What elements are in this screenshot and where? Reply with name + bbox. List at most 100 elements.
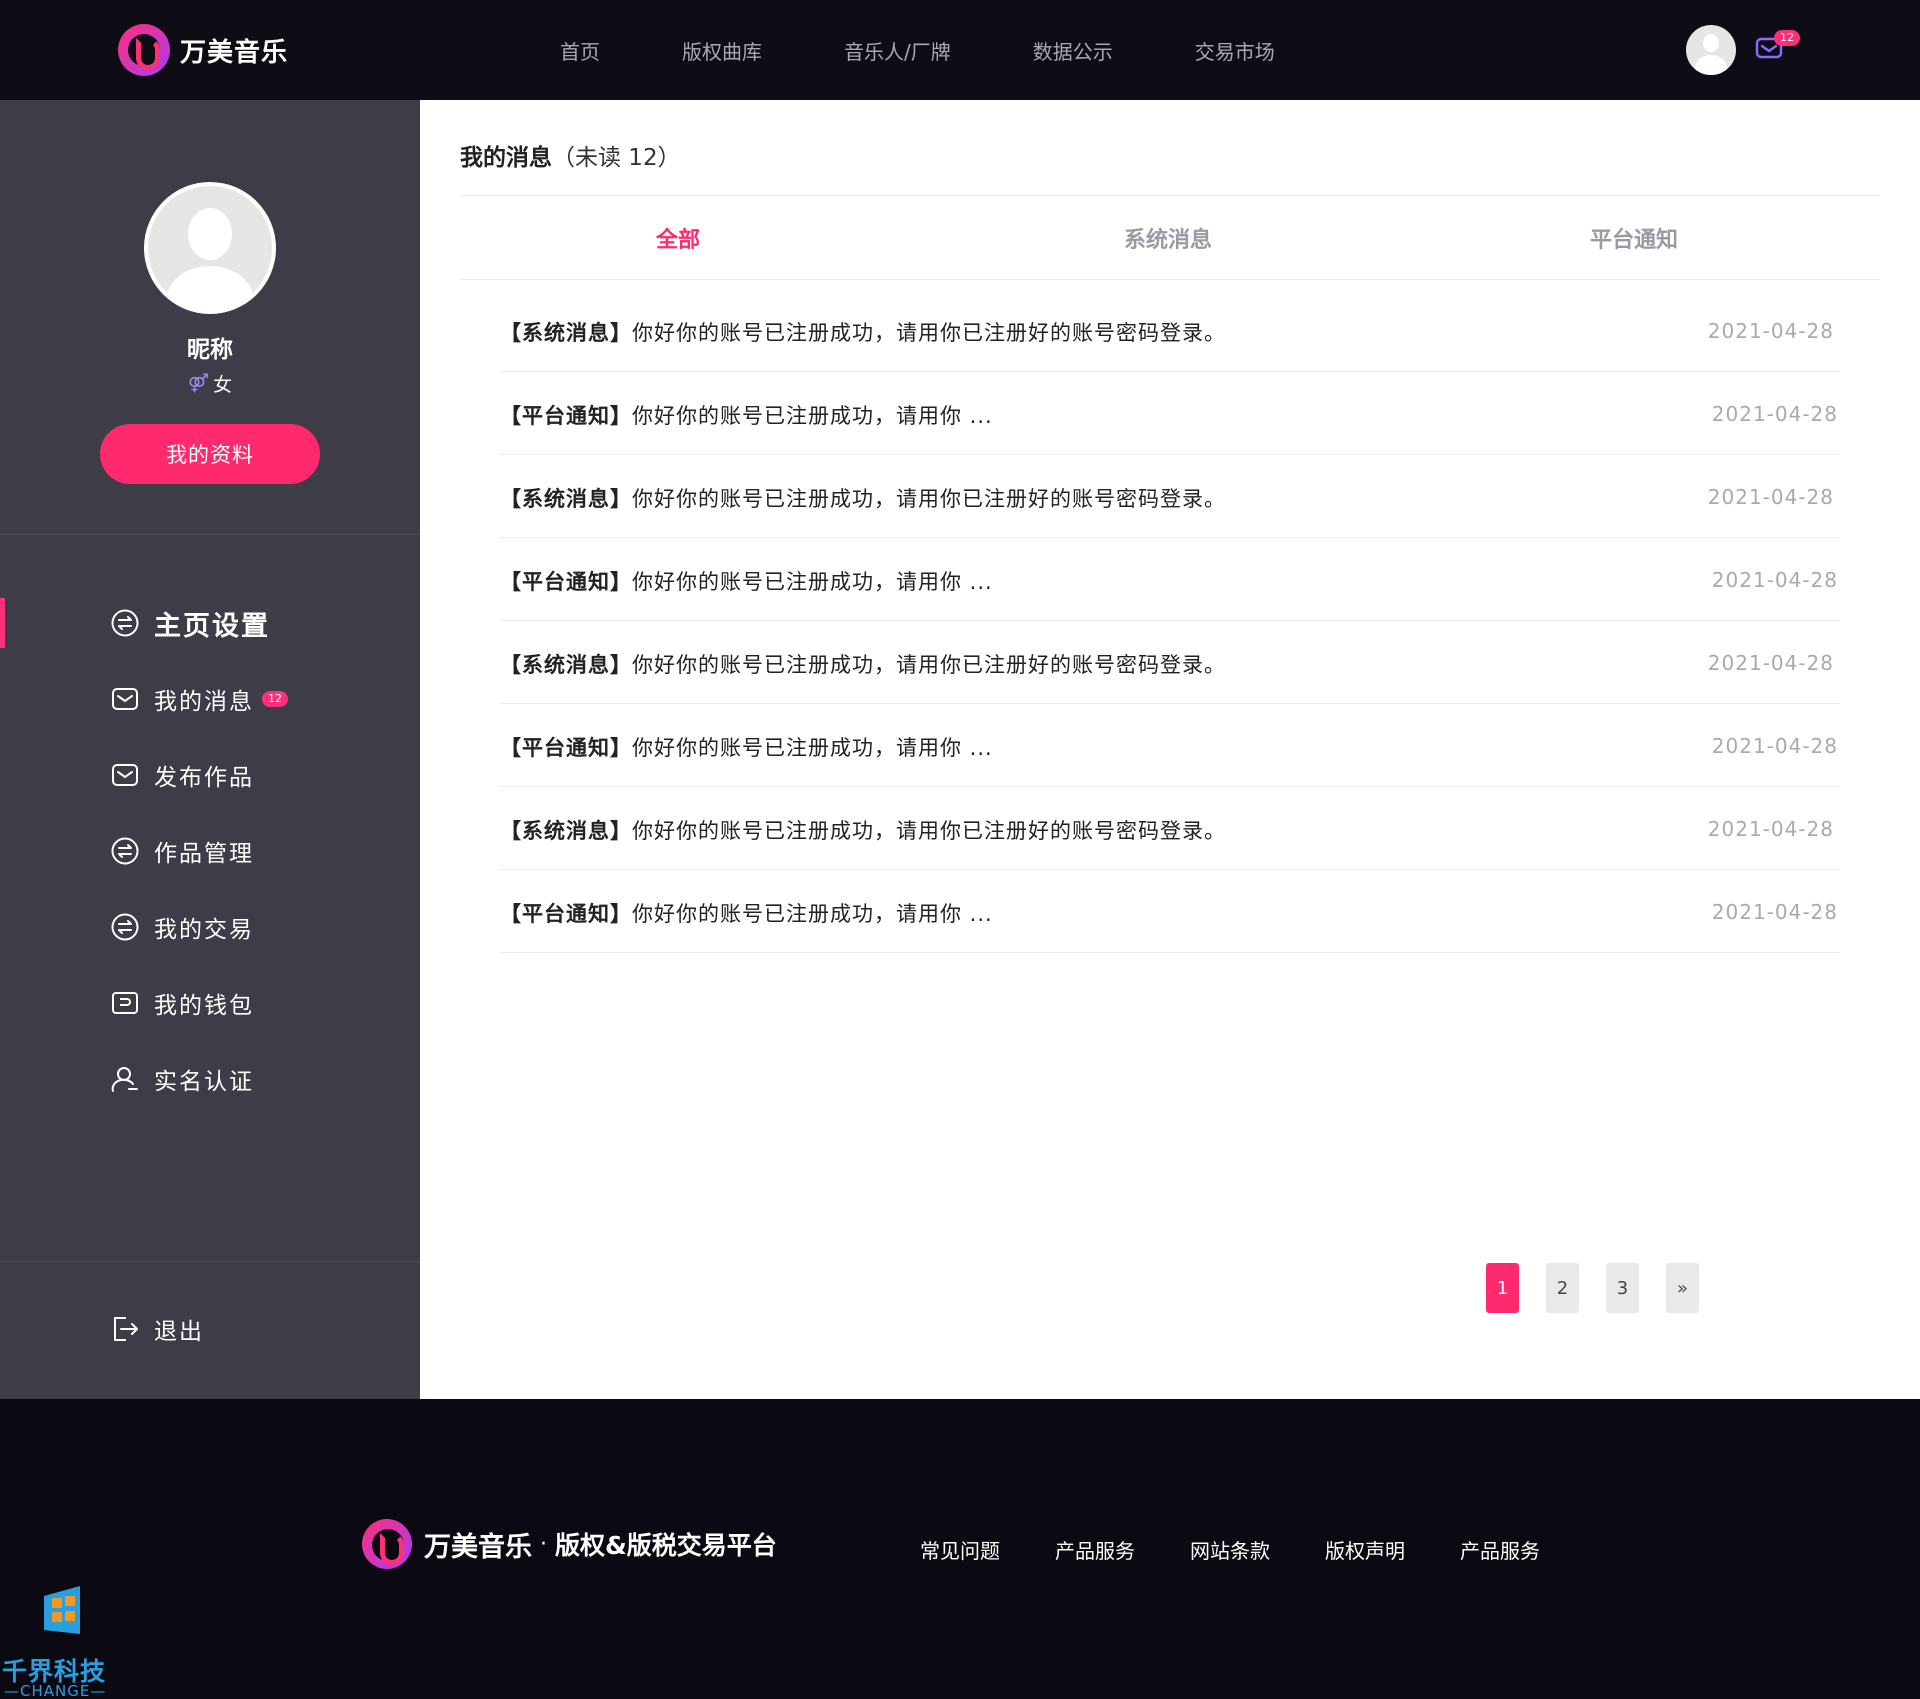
message-row[interactable]: 【平台通知】你好你的账号已注册成功，请用你 ... 2021-04-28 xyxy=(500,870,1840,953)
page-2-button[interactable]: 2 xyxy=(1546,1263,1579,1313)
sidebar-item-home-settings[interactable]: 主页设置 xyxy=(110,598,270,648)
message-tag: 【系统消息】 xyxy=(500,321,632,345)
building-logo-icon xyxy=(44,1586,80,1634)
nav-data[interactable]: 数据公示 xyxy=(1033,36,1113,65)
active-indicator xyxy=(0,598,5,648)
sidebar: 昵称 ⚤ 女 我的资料 主页设置 我的消息 12 发布作品 作品管理 我的交易 … xyxy=(0,100,420,1399)
page-1-button[interactable]: 1 xyxy=(1486,1263,1519,1313)
footer-slogan: 版权&版税交易平台 xyxy=(555,1531,777,1560)
sidebar-item-publish[interactable]: 发布作品 xyxy=(110,750,254,800)
sidebar-item-verification[interactable]: 实名认证 xyxy=(110,1054,254,1104)
message-text: 【系统消息】你好你的账号已注册成功，请用你已注册好的账号密码登录。 xyxy=(500,317,1226,347)
message-row[interactable]: 【平台通知】你好你的账号已注册成功，请用你 ... 2021-04-28 xyxy=(500,372,1840,455)
sidebar-item-label: 发布作品 xyxy=(154,765,254,791)
sidebar-item-label: 作品管理 xyxy=(154,841,254,867)
mail-icon xyxy=(112,688,138,710)
footer-link-products[interactable]: 产品服务 xyxy=(1055,1535,1135,1564)
message-row[interactable]: 【系统消息】你好你的账号已注册成功，请用你已注册好的账号密码登录。 2021-0… xyxy=(500,621,1840,704)
logout-button[interactable]: 退出 xyxy=(110,1304,204,1354)
footer-link-faq[interactable]: 常见问题 xyxy=(920,1535,1000,1564)
message-date: 2021-04-28 xyxy=(1711,402,1838,426)
sidebar-item-label: 我的交易 xyxy=(154,917,254,943)
message-row[interactable]: 【系统消息】你好你的账号已注册成功，请用你已注册好的账号密码登录。 2021-0… xyxy=(500,787,1840,870)
message-row[interactable]: 【平台通知】你好你的账号已注册成功，请用你 ... 2021-04-28 xyxy=(500,704,1840,787)
page-title-text: 我的消息 xyxy=(460,145,552,171)
footer-link-services[interactable]: 产品服务 xyxy=(1460,1535,1540,1564)
music-logo-icon xyxy=(362,1519,412,1569)
message-date: 2021-04-28 xyxy=(1707,651,1834,675)
message-date: 2021-04-28 xyxy=(1711,900,1838,924)
tab-platform-notices[interactable]: 平台通知 xyxy=(1590,222,1678,254)
logout-icon xyxy=(114,1317,138,1341)
message-list: 【系统消息】你好你的账号已注册成功，请用你已注册好的账号密码登录。 2021-0… xyxy=(500,289,1840,953)
brand-name: 万美音乐 xyxy=(180,37,289,68)
message-text: 【系统消息】你好你的账号已注册成功，请用你已注册好的账号密码登录。 xyxy=(500,815,1226,845)
divider xyxy=(0,1261,420,1262)
mail-icon xyxy=(112,764,138,786)
profile-avatar[interactable] xyxy=(144,182,276,314)
footer-brand: 万美音乐 xyxy=(424,1531,532,1563)
message-tag: 【平台通知】 xyxy=(500,570,632,594)
logout-label: 退出 xyxy=(154,1319,204,1345)
tab-all[interactable]: 全部 xyxy=(656,222,700,254)
watermark-subtext: —CHANGE— xyxy=(4,1682,107,1699)
exchange-icon xyxy=(111,837,139,865)
message-date: 2021-04-28 xyxy=(1707,817,1834,841)
my-profile-button[interactable]: 我的资料 xyxy=(100,424,320,484)
divider xyxy=(460,279,1880,280)
message-tag: 【系统消息】 xyxy=(500,819,632,843)
exchange-icon xyxy=(111,913,139,941)
page-3-button[interactable]: 3 xyxy=(1606,1263,1639,1313)
message-date: 2021-04-28 xyxy=(1711,568,1838,592)
next-page-button[interactable]: » xyxy=(1666,1263,1699,1313)
nav-copyright-library[interactable]: 版权曲库 xyxy=(682,36,762,65)
tab-system-messages[interactable]: 系统消息 xyxy=(1124,222,1212,254)
message-body: 你好你的账号已注册成功，请用你已注册好的账号密码登录。 xyxy=(632,653,1226,677)
sidebar-item-label: 我的钱包 xyxy=(154,993,254,1019)
main-nav: 首页 版权曲库 音乐人/厂牌 数据公示 交易市场 xyxy=(560,0,1357,100)
message-date: 2021-04-28 xyxy=(1711,734,1838,758)
message-tag: 【平台通知】 xyxy=(500,736,632,760)
nickname: 昵称 xyxy=(187,337,233,363)
message-row[interactable]: 【系统消息】你好你的账号已注册成功，请用你已注册好的账号密码登录。 2021-0… xyxy=(500,455,1840,538)
divider xyxy=(0,534,420,535)
message-row[interactable]: 【系统消息】你好你的账号已注册成功，请用你已注册好的账号密码登录。 2021-0… xyxy=(500,289,1840,372)
message-tag: 【平台通知】 xyxy=(500,902,632,926)
wallet-icon xyxy=(112,992,138,1014)
message-body: 你好你的账号已注册成功，请用你已注册好的账号密码登录。 xyxy=(632,487,1226,511)
message-text: 【系统消息】你好你的账号已注册成功，请用你已注册好的账号密码登录。 xyxy=(500,483,1226,513)
gender-label: 女 xyxy=(213,374,233,396)
message-tag: 【系统消息】 xyxy=(500,653,632,677)
brand-logo[interactable]: 万美音乐 xyxy=(118,22,288,78)
message-row[interactable]: 【平台通知】你好你的账号已注册成功，请用你 ... 2021-04-28 xyxy=(500,538,1840,621)
message-text: 【平台通知】你好你的账号已注册成功，请用你 ... xyxy=(500,400,993,430)
message-date: 2021-04-28 xyxy=(1707,319,1834,343)
header-avatar[interactable] xyxy=(1686,25,1736,75)
message-body: 你好你的账号已注册成功，请用你 ... xyxy=(632,902,993,926)
message-body: 你好你的账号已注册成功，请用你 ... xyxy=(632,404,993,428)
message-text: 【平台通知】你好你的账号已注册成功，请用你 ... xyxy=(500,898,993,928)
sidebar-item-works[interactable]: 作品管理 xyxy=(110,826,254,876)
watermark: 千界科技 —CHANGE— xyxy=(0,1580,130,1699)
nav-home[interactable]: 首页 xyxy=(560,36,600,65)
main-content: 我的消息（未读 12） 全部 系统消息 平台通知 【系统消息】你好你的账号已注册… xyxy=(420,100,1920,1399)
message-text: 【系统消息】你好你的账号已注册成功，请用你已注册好的账号密码登录。 xyxy=(500,649,1226,679)
footer-links: 常见问题 产品服务 网站条款 版权声明 产品服务 xyxy=(920,1535,1595,1564)
message-body: 你好你的账号已注册成功，请用你 ... xyxy=(632,570,993,594)
nav-musicians[interactable]: 音乐人/厂牌 xyxy=(844,36,951,65)
message-body: 你好你的账号已注册成功，请用你已注册好的账号密码登录。 xyxy=(632,321,1226,345)
footer-link-copyright[interactable]: 版权声明 xyxy=(1325,1535,1405,1564)
unread-count: （未读 12） xyxy=(552,145,681,171)
nav-market[interactable]: 交易市场 xyxy=(1195,36,1275,65)
footer-logo[interactable]: 万美音乐 · 版权&版税交易平台 xyxy=(362,1519,777,1569)
sidebar-item-wallet[interactable]: 我的钱包 xyxy=(110,978,254,1028)
sidebar-item-label: 主页设置 xyxy=(154,610,270,642)
message-body: 你好你的账号已注册成功，请用你已注册好的账号密码登录。 xyxy=(632,819,1226,843)
footer-link-terms[interactable]: 网站条款 xyxy=(1190,1535,1270,1564)
sidebar-item-messages[interactable]: 我的消息 12 xyxy=(110,674,288,724)
page-title: 我的消息（未读 12） xyxy=(460,138,681,172)
gender-icon: ⚤ xyxy=(187,373,210,394)
message-text: 【平台通知】你好你的账号已注册成功，请用你 ... xyxy=(500,732,993,762)
top-header: 万美音乐 首页 版权曲库 音乐人/厂牌 数据公示 交易市场 12 xyxy=(0,0,1920,100)
sidebar-item-trades[interactable]: 我的交易 xyxy=(110,902,254,952)
